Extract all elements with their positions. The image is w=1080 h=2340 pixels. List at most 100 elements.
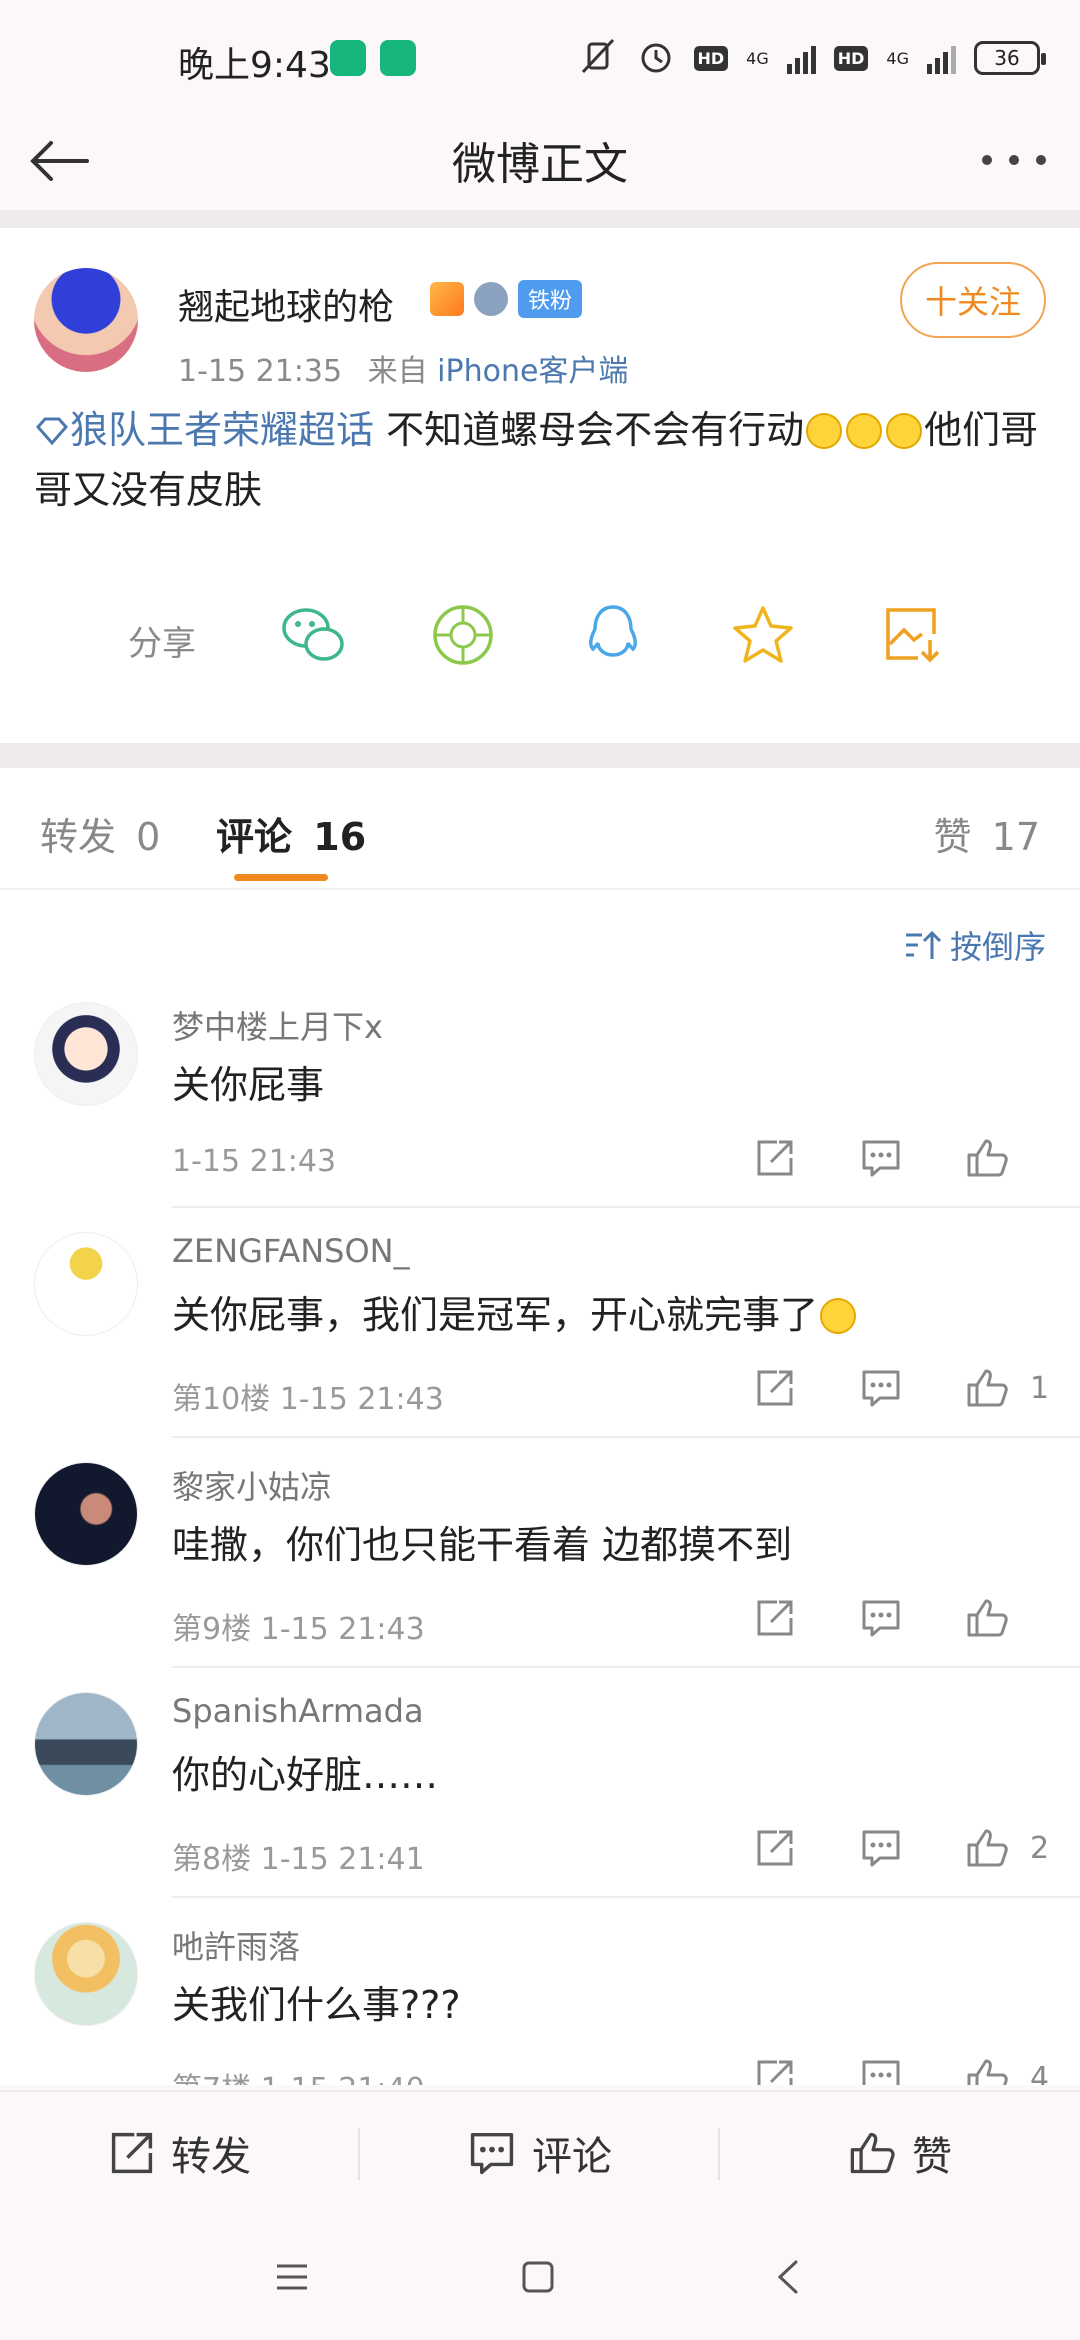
follow-button[interactable]: 十关注 bbox=[900, 262, 1046, 338]
repost-label: 转发 bbox=[171, 2134, 251, 2180]
comment-text: 你的心好脏…… bbox=[172, 1753, 439, 1797]
comment-text: 关你屁事，我们是冠军，开心就完事了 bbox=[172, 1293, 819, 1337]
post-meta: 1-15 21:35 来自 iPhone客户端 bbox=[178, 346, 628, 390]
repost-comment-button[interactable] bbox=[740, 1818, 810, 1878]
repost-comment-button[interactable] bbox=[740, 2048, 810, 2085]
more-button[interactable] bbox=[974, 130, 1054, 190]
sort-button[interactable]: 按倒序 bbox=[904, 922, 1046, 968]
comment-item: 梦中楼上月下x 关你屁事 1-15 21:43 bbox=[0, 978, 1080, 1208]
comment-bubble-icon bbox=[862, 2060, 900, 2085]
comment-meta: 1-15 21:43 bbox=[172, 1144, 337, 1179]
repost-button[interactable]: 转发 bbox=[0, 2092, 360, 2214]
status-indicators: HD 4G HD 4G 36 bbox=[578, 38, 1046, 78]
home-button[interactable] bbox=[508, 2252, 568, 2302]
tab-repost-label: 转发 bbox=[40, 815, 117, 859]
thumbs-up-icon bbox=[967, 1829, 1008, 1867]
like-button[interactable]: 赞 bbox=[720, 2092, 1080, 2214]
active-tab-indicator bbox=[234, 874, 328, 881]
tab-repost[interactable]: 转发 0 bbox=[40, 806, 160, 861]
moments-icon bbox=[433, 605, 493, 665]
thumbs-up-icon bbox=[967, 2059, 1008, 2085]
commenter-name[interactable]: ZENGFANSON_ bbox=[172, 1232, 410, 1270]
comment-actions: 2 bbox=[704, 1818, 1054, 1878]
tab-comment[interactable]: 评论 16 bbox=[216, 806, 366, 861]
phone-call-icon bbox=[330, 40, 366, 76]
thumbs-up-icon bbox=[967, 1369, 1008, 1407]
share-label: 分享 bbox=[128, 624, 196, 664]
share-out-icon bbox=[757, 1140, 793, 1176]
grin-emoji-icon bbox=[806, 413, 843, 449]
commenter-name[interactable]: 黎家小姑凉 bbox=[172, 1462, 332, 1508]
commenter-avatar[interactable] bbox=[34, 1232, 138, 1336]
page-title: 微博正文 bbox=[452, 139, 628, 190]
system-back-button[interactable] bbox=[758, 2252, 818, 2302]
chevron-left-icon bbox=[777, 2260, 798, 2294]
like-count: 4 bbox=[1030, 2060, 1050, 2086]
comment-bubble-icon bbox=[470, 2133, 514, 2175]
tab-like-count: 17 bbox=[991, 815, 1040, 859]
comment-meta: 第9楼 1-15 21:43 bbox=[172, 1612, 425, 1647]
tab-comment-count: 16 bbox=[313, 815, 367, 859]
post-text: 狼队王者荣耀超话 不知道螺母会不会有行动 他们哥哥又没有皮肤 bbox=[34, 400, 1044, 520]
author-name[interactable]: 翘起地球的枪 bbox=[178, 278, 394, 330]
commenter-avatar[interactable] bbox=[34, 1462, 138, 1566]
comment-bubble-icon bbox=[862, 1830, 900, 1867]
reply-comment-button[interactable] bbox=[846, 1358, 916, 1418]
hd-voice-icon-2: HD bbox=[833, 45, 869, 71]
qq-icon bbox=[589, 605, 637, 657]
comment-bubble-icon bbox=[862, 1370, 900, 1407]
share-row: 分享 bbox=[128, 598, 948, 678]
commenter-avatar[interactable] bbox=[34, 1002, 138, 1106]
like-comment-button[interactable] bbox=[952, 1358, 1022, 1418]
recent-apps-button[interactable] bbox=[262, 2252, 322, 2302]
image-download-icon bbox=[886, 608, 940, 663]
comment-actions: 1 bbox=[704, 1358, 1054, 1418]
share-out-icon bbox=[757, 1370, 793, 1406]
comment-item: ZENGFANSON_ 关你屁事，我们是冠军，开心就完事了 第10楼 1-15 … bbox=[0, 1208, 1080, 1438]
comment-label: 评论 bbox=[532, 2134, 612, 2180]
tab-like[interactable]: 赞 17 bbox=[934, 806, 1040, 861]
post-text-part1: 不知道螺母会不会有行动 bbox=[386, 408, 805, 452]
menu-icon bbox=[277, 2264, 307, 2290]
like-comment-button[interactable] bbox=[952, 1818, 1022, 1878]
signal-icon bbox=[786, 42, 816, 74]
like-comment-button[interactable] bbox=[952, 1588, 1022, 1648]
title-bar: 微博正文 bbox=[0, 110, 1080, 210]
comment-bubble-icon bbox=[862, 1140, 900, 1177]
grin-emoji-icon bbox=[820, 1298, 857, 1334]
reply-comment-button[interactable] bbox=[846, 1588, 916, 1648]
comment-actions bbox=[704, 1588, 1054, 1648]
qq-share-button[interactable] bbox=[578, 600, 648, 670]
post-time: 1-15 21:35 bbox=[178, 354, 343, 389]
repost-comment-button[interactable] bbox=[740, 1358, 810, 1418]
hd-voice-icon: HD bbox=[693, 45, 729, 71]
like-comment-button[interactable] bbox=[952, 2048, 1022, 2085]
thumbs-up-icon bbox=[850, 2132, 895, 2174]
moments-share-button[interactable] bbox=[428, 600, 498, 670]
commenter-name[interactable]: 吔許雨落 bbox=[172, 1922, 300, 1968]
reply-comment-button[interactable] bbox=[846, 1128, 916, 1188]
repost-comment-button[interactable] bbox=[740, 1128, 810, 1188]
network-type-2: 4G bbox=[886, 48, 909, 68]
commenter-avatar[interactable] bbox=[34, 1692, 138, 1796]
topic-link[interactable]: 狼队王者荣耀超话 bbox=[34, 408, 386, 452]
favorite-share-button[interactable] bbox=[728, 600, 798, 670]
vip-level-icon bbox=[430, 282, 464, 316]
comment-button[interactable]: 评论 bbox=[360, 2092, 720, 2214]
signal-icon-2 bbox=[927, 42, 956, 74]
reply-comment-button[interactable] bbox=[846, 2048, 916, 2085]
share-out-icon bbox=[757, 2060, 793, 2085]
post-source[interactable]: iPhone客户端 bbox=[437, 354, 628, 389]
commenter-name[interactable]: 梦中楼上月下x bbox=[172, 1002, 383, 1048]
repost-comment-button[interactable] bbox=[740, 1588, 810, 1648]
commenter-name[interactable]: SpanishArmada bbox=[172, 1692, 424, 1730]
share-out-icon bbox=[111, 2132, 153, 2174]
author-avatar[interactable] bbox=[34, 268, 138, 372]
save-image-share-button[interactable] bbox=[878, 600, 948, 670]
grin-emoji-icon bbox=[886, 413, 923, 449]
like-comment-button[interactable] bbox=[952, 1128, 1022, 1188]
reply-comment-button[interactable] bbox=[846, 1818, 916, 1878]
comment-item: 吔許雨落 关我们什么事??? 第7楼 1-15 21:40 4 bbox=[0, 1898, 1080, 2085]
wechat-share-button[interactable] bbox=[278, 600, 348, 670]
commenter-avatar[interactable] bbox=[34, 1922, 138, 2026]
